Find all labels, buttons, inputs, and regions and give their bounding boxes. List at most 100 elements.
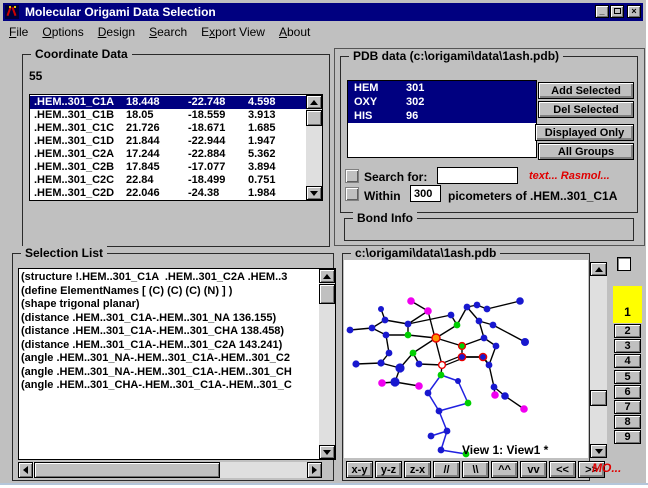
viewer-vscrollbar[interactable] [590,262,607,458]
pdb-data-title: PDB data (c:\origami\data\1ash.pdb) [349,49,563,63]
atom-blue [405,321,412,328]
menu-item-export-view[interactable]: Export View [201,25,265,39]
coordinate-listbox[interactable]: .HEM..301_C1A18.448-22.7484.598.HEM..301… [29,94,323,201]
view-toolbar-button-[interactable]: ^^ [491,461,518,478]
selection-list-item[interactable]: (angle .HEM..301_NA-.HEM..301_C1A-.HEM..… [19,352,317,366]
coordinate-row[interactable]: .HEM..301_C2B17.845-17.0773.894 [30,161,306,174]
selection-list-item[interactable]: (angle .HEM..301_CHA-.HEM..301_C1A-.HEM.… [19,379,317,393]
title-bar[interactable]: Molecular Origami Data Selection _ × [3,3,643,21]
within-checkbox[interactable] [345,187,359,201]
scrollbar-thumb[interactable] [590,390,607,406]
view-button-7[interactable]: 7 [614,400,641,414]
selection-listbox[interactable]: (structure !.HEM..301_C1A .HEM..301_C2A … [18,268,336,460]
menu-item-design[interactable]: Design [98,25,135,39]
scrollbar-thumb[interactable] [306,110,322,126]
atom-blue [425,390,432,397]
selection-vscrollbar[interactable] [319,269,335,459]
pdb-data-group: PDB data (c:\origami\data\1ash.pdb) HEM3… [340,56,638,213]
atom-blue [501,392,509,400]
pdb-group-row[interactable]: HEM301 [348,81,536,95]
atom-magenta [424,307,432,315]
restore-button[interactable] [610,5,624,18]
close-button[interactable]: × [627,5,641,18]
mo-label[interactable]: MO... [592,461,621,475]
pdb-group-row[interactable]: HIS96 [348,109,536,123]
view-button-2[interactable]: 2 [614,324,641,338]
coordinate-scrollbar[interactable] [306,95,322,200]
minimize-button[interactable]: _ [595,5,609,18]
scroll-up-icon[interactable] [590,262,607,276]
atom-magenta [415,382,423,390]
window-title: Molecular Origami Data Selection [25,5,216,19]
view-button-5[interactable]: 5 [614,370,641,384]
selection-hscrollbar[interactable] [18,462,322,478]
within-distance-input[interactable] [410,185,441,202]
selection-list-item[interactable]: (structure !.HEM..301_C1A .HEM..301_C2A … [19,271,317,285]
selection-list-item[interactable]: (distance .HEM..301_C1A-.HEM..301_C2A 14… [19,339,317,353]
coordinate-row[interactable]: .HEM..301_C2D22.046-24.381.984 [30,187,306,200]
view-lock-checkbox[interactable] [617,257,631,271]
pdb-group-row[interactable]: OXY302 [348,95,536,109]
atom-blue [476,318,483,325]
coordinate-row[interactable]: .HEM..301_C2C22.84-18.4990.751 [30,174,306,187]
scrollbar-thumb[interactable] [319,284,335,304]
add-selected-button[interactable]: Add Selected [538,82,634,99]
view-button-9[interactable]: 9 [614,430,641,444]
coordinate-row[interactable]: .HEM..301_C2A17.244-22.8845.362 [30,148,306,161]
atom-green [410,350,417,357]
all-groups-button[interactable]: All Groups [538,143,634,160]
view-button-8[interactable]: 8 [614,415,641,429]
scroll-left-icon[interactable] [18,462,33,478]
scroll-down-icon[interactable] [590,444,607,458]
atom-blue [416,361,423,368]
view-button-3[interactable]: 3 [614,339,641,353]
view-toolbar-button-yz[interactable]: y-z [375,461,402,478]
pdb-group-listbox[interactable]: HEM301OXY302HIS96 [347,80,537,158]
atom-blue [378,306,384,312]
coordinate-data-title: Coordinate Data [31,47,132,61]
search-input[interactable] [437,167,518,184]
scroll-up-icon[interactable] [306,95,322,109]
scroll-up-icon[interactable] [319,269,335,283]
menu-item-search[interactable]: Search [149,25,187,39]
menu-item-options[interactable]: Options [42,25,83,39]
scroll-down-icon[interactable] [319,445,335,459]
view-toolbar-button-vv[interactable]: vv [520,461,547,478]
selection-list-group: Selection List (structure !.HEM..301_C1A… [12,253,334,481]
selection-list-item[interactable]: (define ElementNames [ (C) (C) (C) (N) ]… [19,285,317,299]
scrollbar-thumb[interactable] [34,462,220,478]
menu-item-file[interactable]: File [9,25,28,39]
molecule-viewer-group: c:\origami\data\1ash.pdb View 1: View1 *… [342,253,590,481]
molecule-view[interactable]: View 1: View1 * [344,260,588,458]
atom-blue [383,332,390,339]
atom-green [454,322,461,329]
view-button-6[interactable]: 6 [614,385,641,399]
view-toolbar-button-zx[interactable]: z-x [404,461,431,478]
view-toolbar-button-[interactable]: // [433,461,460,478]
within-label: Within [364,189,401,203]
scroll-down-icon[interactable] [306,186,322,200]
del-selected-button[interactable]: Del Selected [538,101,634,118]
displayed-only-button[interactable]: Displayed Only [535,124,634,141]
selection-list-item[interactable]: (shape trigonal planar) [19,298,317,312]
view-toolbar-button-[interactable]: << [549,461,576,478]
atom-blue [369,325,376,332]
atom-blue [352,360,359,367]
atom-blue [486,362,493,369]
selection-list-item[interactable]: (distance .HEM..301_C1A-.HEM..301_NA 136… [19,312,317,326]
bond-info-title: Bond Info [353,211,417,225]
atom-blue [347,327,354,334]
scroll-right-icon[interactable] [307,462,322,478]
view-button-4[interactable]: 4 [614,354,641,368]
menu-item-about[interactable]: About [279,25,310,39]
selection-list-item[interactable]: (distance .HEM..301_C1A-.HEM..301_CHA 13… [19,325,317,339]
coordinate-row[interactable]: .HEM..301_C1D21.844-22.9441.947 [30,135,306,148]
coordinate-row[interactable]: .HEM..301_C1A18.448-22.7484.598 [30,96,306,109]
selection-list-item[interactable]: (angle .HEM..301_NA-.HEM..301_C1A-.HEM..… [19,366,317,380]
view-button-1-active[interactable]: 1 [613,286,642,323]
coordinate-row[interactable]: .HEM..301_C1B18.05-18.5593.913 [30,109,306,122]
view-toolbar-button-xy[interactable]: x-y [346,461,373,478]
coordinate-row[interactable]: .HEM..301_C1C21.726-18.6711.685 [30,122,306,135]
search-for-checkbox[interactable] [345,169,359,183]
view-toolbar-button-[interactable]: \\ [462,461,489,478]
